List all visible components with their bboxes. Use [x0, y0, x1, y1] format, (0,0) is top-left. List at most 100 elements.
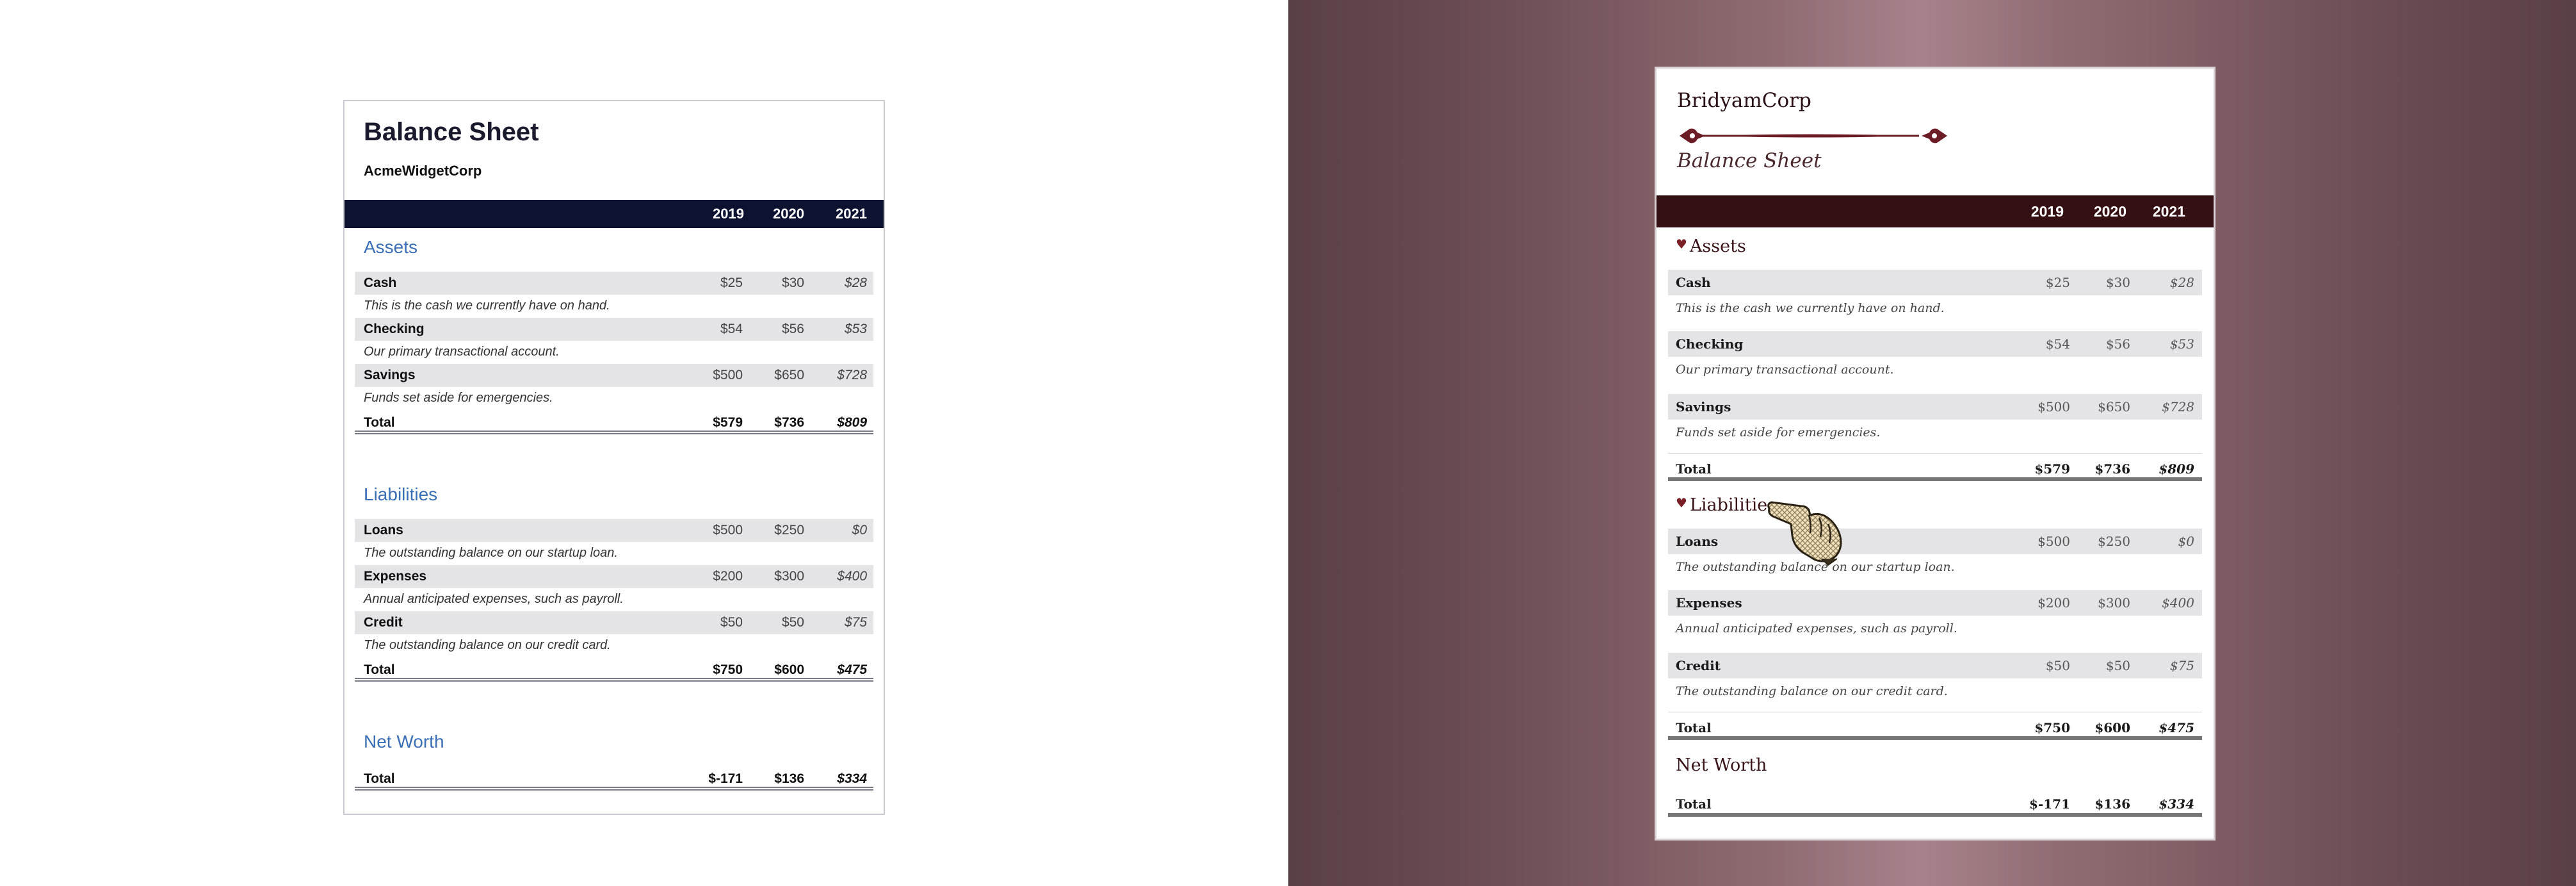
table-row-cash: Cash $25 $30 $28: [355, 272, 873, 295]
total-label: Total: [1676, 796, 1712, 812]
value-2020: $300: [2098, 595, 2130, 611]
row-description: Funds set aside for emergencies.: [355, 387, 873, 410]
total-2020: $736: [2094, 461, 2130, 477]
total-2020: $136: [774, 771, 804, 786]
balance-sheet-card-plain: Balance Sheet AcmeWidgetCorp 2019 2020 2…: [343, 100, 885, 815]
section-heading-net-worth: Net Worth: [1676, 755, 1767, 775]
value-2021: $0: [2178, 534, 2194, 549]
row-description: The outstanding balance on our startup l…: [1668, 554, 2202, 580]
row-label: Expenses: [364, 569, 427, 584]
total-2021: $475: [837, 662, 867, 677]
description-text: Annual anticipated expenses, such as pay…: [1676, 621, 1957, 636]
row-description: Funds set aside for emergencies.: [1668, 420, 2202, 445]
total-2019: $579: [2034, 461, 2070, 477]
description-text: The outstanding balance on our credit ca…: [364, 638, 611, 652]
total-2019: $-171: [708, 771, 743, 786]
value-2019: $54: [720, 322, 743, 336]
section-heading-net-worth: Net Worth: [364, 732, 444, 751]
total-2021: $809: [2159, 461, 2194, 477]
company-name: AcmeWidgetCorp: [364, 163, 482, 179]
row-description: Our primary transactional account.: [355, 341, 873, 364]
table-row-loans: Loans $500 $250 $0: [355, 519, 873, 542]
value-2019: $500: [2037, 399, 2070, 414]
value-2020: $650: [774, 368, 804, 382]
value-2020: $250: [774, 523, 804, 537]
value-2019: $200: [2037, 595, 2070, 611]
row-label: Loans: [364, 523, 403, 537]
value-2020: $56: [781, 322, 804, 336]
total-2020: $736: [774, 415, 804, 430]
value-2019: $50: [720, 615, 743, 630]
row-label: Cash: [1676, 275, 1711, 290]
description-text: The outstanding balance on our credit ca…: [1676, 684, 1948, 698]
value-2019: $500: [2037, 534, 2070, 549]
table-row-expenses: Expenses $200 $300 $400: [355, 565, 873, 588]
page-subtitle: Balance Sheet: [1677, 149, 1822, 172]
value-2021: $75: [844, 615, 867, 630]
value-2019: $200: [713, 569, 743, 584]
year-header-row: 2019 2020 2021: [344, 200, 884, 228]
table-row-credit: Credit $50 $50 $75: [355, 611, 873, 634]
total-row-net-worth: Total $-171 $136 $334: [355, 765, 873, 791]
value-2021: $0: [852, 523, 867, 537]
row-description: Annual anticipated expenses, such as pay…: [355, 588, 873, 611]
description-text: The outstanding balance on our startup l…: [364, 546, 618, 560]
total-2020: $600: [774, 662, 804, 677]
row-description: The outstanding balance on our startup l…: [355, 542, 873, 565]
table-row-credit: Credit $50 $50 $75: [1668, 653, 2202, 678]
table-row-savings: Savings $500 $650 $728: [1668, 394, 2202, 420]
total-2019: $750: [2034, 720, 2070, 735]
row-label: Expenses: [1676, 595, 1742, 611]
description-text: Our primary transactional account.: [1676, 363, 1894, 377]
year-header-row: 2019 2020 2021: [1657, 195, 2214, 227]
row-label: Credit: [364, 615, 403, 630]
value-2019: $50: [2045, 658, 2070, 673]
value-2021: $400: [837, 569, 867, 584]
table-row-savings: Savings $500 $650 $728: [355, 364, 873, 387]
total-label: Total: [364, 415, 395, 430]
total-label: Total: [364, 771, 395, 786]
year-2019-header: 2019: [713, 206, 744, 222]
total-row-liabilities: Total $750 $600 $475: [355, 656, 873, 682]
total-label: Total: [1676, 461, 1712, 477]
value-2020: $30: [781, 275, 804, 290]
row-label: Checking: [1676, 336, 1744, 352]
description-text: Annual anticipated expenses, such as pay…: [364, 592, 624, 606]
row-description: The outstanding balance on our credit ca…: [1668, 678, 2202, 704]
row-label: Savings: [364, 368, 416, 382]
row-label: Credit: [1676, 658, 1721, 673]
description-text: Funds set aside for emergencies.: [1676, 425, 1881, 439]
pointing-hand-cursor-icon: [1767, 501, 1842, 566]
total-2019: $750: [713, 662, 743, 677]
value-2020: $50: [781, 615, 804, 630]
value-2021: $75: [2169, 658, 2194, 673]
value-2019: $25: [720, 275, 743, 290]
value-2021: $28: [2169, 275, 2194, 290]
value-2020: $50: [2105, 658, 2130, 673]
description-text: This is the cash we currently have on ha…: [364, 299, 610, 313]
value-2020: $30: [2105, 275, 2130, 290]
section-heading-assets: Assets: [364, 237, 418, 257]
value-2020: $250: [2098, 534, 2130, 549]
row-description: Annual anticipated expenses, such as pay…: [1668, 616, 2202, 641]
table-row-checking: Checking $54 $56 $53: [1668, 331, 2202, 357]
value-2021: $728: [837, 368, 867, 382]
description-text: Funds set aside for emergencies.: [364, 391, 553, 405]
table-row-loans: Loans $500 $250 $0: [1668, 529, 2202, 554]
total-2021: $334: [2159, 796, 2194, 812]
row-label: Cash: [364, 275, 397, 290]
section-heading-text: Liabilities: [1689, 495, 1777, 515]
table-row-expenses: Expenses $200 $300 $400: [1668, 590, 2202, 616]
total-2020: $136: [2094, 796, 2130, 812]
description-text: This is the cash we currently have on ha…: [1676, 301, 1945, 315]
row-description: This is the cash we currently have on ha…: [1668, 295, 2202, 321]
page-title: Balance Sheet: [364, 118, 539, 146]
total-label: Total: [364, 662, 395, 677]
flourish-divider-icon: [1680, 128, 1947, 144]
year-2021-header: 2021: [2152, 203, 2185, 220]
value-2019: $54: [2045, 336, 2070, 352]
company-name: BridyamCorp: [1677, 89, 1811, 112]
total-2019: $579: [713, 415, 743, 430]
section-heading-liabilities: ♥ Liabilities: [1676, 495, 1776, 515]
value-2019: $500: [713, 368, 743, 382]
